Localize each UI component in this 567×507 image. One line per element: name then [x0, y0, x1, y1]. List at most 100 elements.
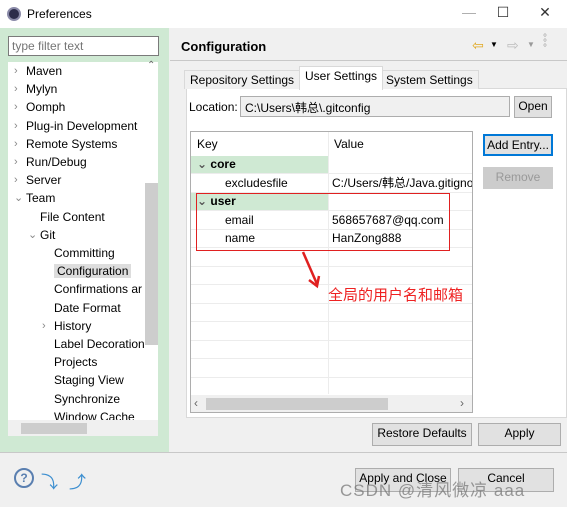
forward-dropdown-icon[interactable]: ▼ [527, 40, 535, 49]
tree-item-label: Projects [54, 355, 98, 370]
chevron-right-icon[interactable]: › [14, 99, 18, 115]
open-button[interactable]: Open [514, 96, 552, 118]
tree-item[interactable]: Staging View [54, 372, 124, 390]
chevron-right-icon[interactable]: › [14, 63, 18, 79]
tree-item-label: Git [40, 227, 56, 242]
eclipse-app-icon [7, 7, 21, 21]
empty-row [191, 378, 472, 396]
tree-item-label: History [54, 318, 92, 333]
tree-item-label: Configuration [54, 264, 132, 279]
tab-system-settings[interactable]: System Settings [380, 70, 479, 89]
chevron-right-icon[interactable]: › [42, 318, 46, 334]
empty-row [191, 249, 472, 267]
tree-item[interactable]: Projects [54, 354, 97, 372]
chevron-down-icon[interactable]: ⌄ [14, 190, 23, 206]
tree-item-label: Remote Systems [26, 136, 118, 151]
tree-item-label: Synchronize [54, 391, 121, 406]
import-icon[interactable]: ⤵ [41, 468, 58, 493]
chevron-down-icon[interactable]: ⌄ [28, 227, 37, 243]
preference-tree: › Maven › Mylyn › Oomph › Plug-in Development › R… [8, 62, 158, 436]
footer-divider [0, 452, 567, 453]
tree-item-label: Confirmations ar [54, 282, 143, 297]
chevron-right-icon[interactable]: › [14, 136, 18, 152]
maximize-button[interactable]: ☐ [488, 4, 518, 24]
chevron-right-icon[interactable]: › [14, 81, 18, 97]
export-icon[interactable]: ⤴ [69, 468, 86, 493]
tree-item[interactable]: Confirmations ar [54, 281, 142, 299]
empty-row [191, 341, 472, 359]
empty-row [191, 323, 472, 341]
forward-arrow-icon[interactable]: ⇨ [507, 37, 519, 54]
config-table: Key Value ⌄ core excludesfile C:/Users/韩总/… [190, 131, 473, 413]
empty-row [191, 267, 472, 285]
tree-hscroll-thumb[interactable] [21, 423, 87, 434]
watermark: CSDN @清风微凉 aaa [340, 481, 526, 500]
tree-item[interactable]: › Maven [14, 63, 63, 81]
tree-item[interactable]: › Run/Debug [14, 154, 87, 172]
column-header-value[interactable]: Value [334, 132, 364, 156]
annotation-arrow-icon [301, 251, 321, 289]
tree-item-label: Committing [54, 246, 115, 260]
scroll-up-icon[interactable]: ⌃ [147, 60, 155, 71]
tree-scroll-thumb[interactable] [145, 183, 158, 345]
row-key: excludesfile [225, 175, 288, 190]
more-menu-icon[interactable]: ° ° ° [543, 34, 547, 54]
chevron-down-icon[interactable]: ⌄ [197, 157, 207, 171]
filter-input[interactable] [8, 36, 159, 56]
tree-item-label: Mylyn [26, 82, 58, 97]
tree-item-label: Server [26, 173, 62, 188]
back-dropdown-icon[interactable]: ▼ [490, 40, 498, 49]
add-entry-button[interactable]: Add Entry... [483, 134, 553, 156]
tree-item[interactable]: Synchronize [54, 391, 120, 409]
tab-user-settings[interactable]: User Settings [299, 66, 384, 90]
tree-item-label: Oomph [26, 100, 66, 115]
location-label: Location: [189, 100, 238, 114]
minimize-button[interactable]: — [454, 4, 484, 24]
restore-defaults-button[interactable]: Restore Defaults [372, 423, 472, 446]
chevron-right-icon[interactable]: › [14, 154, 18, 170]
chevron-right-icon[interactable]: › [14, 118, 18, 134]
table-hscroll-thumb[interactable] [206, 398, 388, 410]
tree-item[interactable]: › Server [14, 172, 62, 190]
tree-item[interactable]: Configuration [54, 263, 132, 281]
window-title: Preferences [27, 7, 92, 21]
tree-item-label: File Content [40, 209, 105, 224]
empty-row [191, 304, 472, 322]
location-field[interactable]: C:\Users\韩总\.gitconfig [240, 96, 510, 117]
close-button[interactable]: ✕ [530, 4, 560, 24]
tree-item[interactable]: › Remote Systems [14, 136, 118, 154]
table-row[interactable]: excludesfile C:/Users/韩总/Java.gitignore [191, 175, 473, 193]
tree-item-label: Maven [26, 64, 63, 78]
column-header-key[interactable]: Key [197, 132, 218, 156]
table-row[interactable]: ⌄ core [191, 156, 472, 174]
apply-button[interactable]: Apply [478, 423, 561, 446]
tree-item[interactable]: › Mylyn [14, 81, 58, 99]
tree-item[interactable]: › Oomph [14, 99, 66, 117]
annotation-text: 全局的用户名和邮箱 [328, 287, 464, 304]
empty-row [191, 360, 472, 378]
tree-item[interactable]: ⌄ Git [28, 227, 56, 245]
tree-item-label: Staging View [54, 373, 124, 388]
remove-button[interactable]: Remove [483, 167, 553, 189]
tree-item-label: Team [26, 191, 56, 206]
help-icon[interactable]: ? [14, 468, 34, 488]
tree-item-label: Run/Debug [26, 155, 87, 169]
tree-item[interactable]: Date Format [54, 300, 121, 318]
scroll-left-icon[interactable]: ‹ [194, 396, 198, 410]
scroll-right-icon[interactable]: › [460, 396, 464, 410]
tree-item-label: Plug-in Development [26, 118, 138, 133]
tree-item[interactable]: › Plug-in Development [14, 118, 138, 136]
tab-repository-settings[interactable]: Repository Settings [184, 70, 301, 89]
tree-item[interactable]: › History [42, 318, 92, 336]
tree-item-label: Date Format [54, 300, 121, 315]
highlight-box [196, 193, 450, 251]
chevron-right-icon[interactable]: › [14, 172, 18, 188]
page-title: Configuration [181, 39, 267, 54]
tree-item[interactable]: Label Decoration [54, 336, 145, 354]
row-value: C:/Users/韩总/Java.gitignore [332, 175, 473, 190]
tree-item[interactable]: File Content [40, 209, 105, 227]
tree-item[interactable]: ⌄ Team [14, 190, 56, 208]
tree-item[interactable]: Committing [54, 245, 115, 263]
tree-item-label: Label Decoration [54, 337, 145, 351]
back-arrow-icon[interactable]: ⇦ [472, 37, 484, 54]
